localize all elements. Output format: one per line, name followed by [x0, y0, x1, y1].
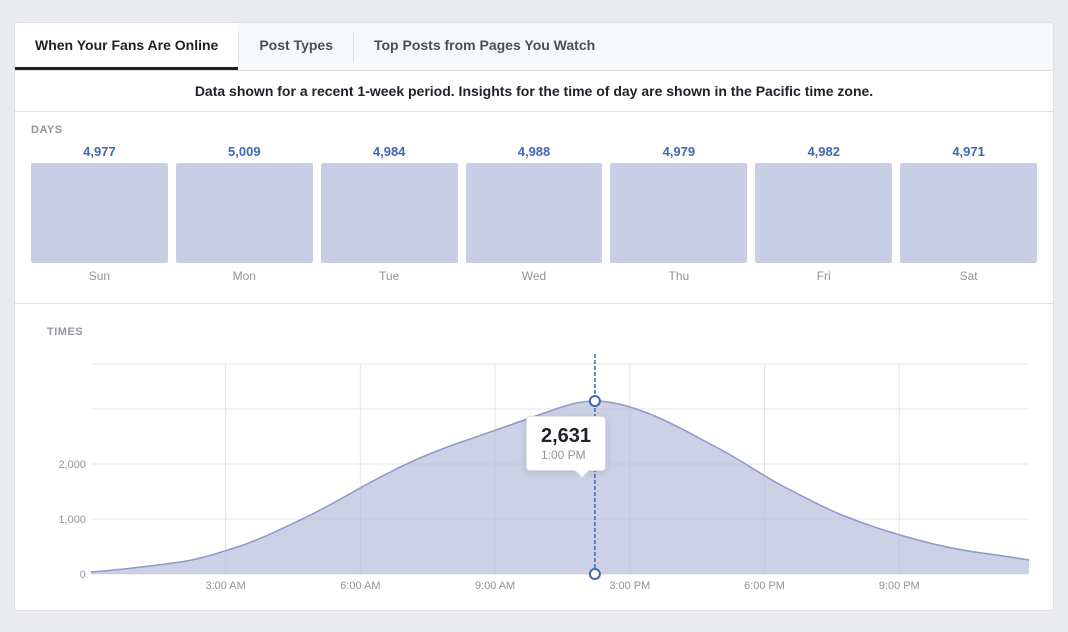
day-name-label: Tue — [379, 269, 399, 283]
day-box — [610, 163, 747, 263]
day-value: 4,982 — [807, 144, 840, 159]
day-col: 4,982 Fri — [755, 144, 892, 283]
day-box — [900, 163, 1037, 263]
day-name-label: Sun — [89, 269, 110, 283]
svg-text:1,000: 1,000 — [58, 513, 85, 525]
day-col: 5,009 Mon — [176, 144, 313, 283]
svg-text:9:00 PM: 9:00 PM — [879, 579, 920, 591]
day-name-label: Thu — [669, 269, 690, 283]
tab-fans-online[interactable]: When Your Fans Are Online — [15, 23, 238, 70]
day-box — [176, 163, 313, 263]
day-value: 4,979 — [663, 144, 696, 159]
day-box — [321, 163, 458, 263]
day-col: 4,984 Tue — [321, 144, 458, 283]
info-bar: Data shown for a recent 1-week period. I… — [15, 71, 1053, 112]
times-label: TIMES — [31, 314, 1037, 346]
days-label: DAYS — [15, 112, 1053, 144]
svg-text:3:00 AM: 3:00 AM — [206, 579, 246, 591]
insights-card: When Your Fans Are Online Post Types Top… — [14, 22, 1054, 611]
day-value: 4,971 — [952, 144, 985, 159]
days-section: DAYS 4,977Sun5,009Mon4,984Tue4,988Wed4,9… — [15, 112, 1053, 304]
times-section: TIMES 2,000 1,000 0 — [15, 304, 1053, 610]
svg-text:3:00 PM: 3:00 PM — [609, 579, 650, 591]
tab-top-posts[interactable]: Top Posts from Pages You Watch — [354, 23, 615, 70]
day-value: 4,984 — [373, 144, 406, 159]
day-value: 5,009 — [228, 144, 261, 159]
day-col: 4,977 Sun — [31, 144, 168, 283]
day-value: 4,988 — [518, 144, 551, 159]
day-col: 4,979 Thu — [610, 144, 747, 283]
day-box — [31, 163, 168, 263]
svg-text:2,000: 2,000 — [58, 458, 85, 470]
day-box — [755, 163, 892, 263]
svg-text:6:00 PM: 6:00 PM — [744, 579, 785, 591]
day-name-label: Fri — [817, 269, 831, 283]
svg-text:6:00 AM: 6:00 AM — [340, 579, 380, 591]
times-chart: 2,000 1,000 0 3:00 AM 6:00 AM 9:00 AM 3:… — [31, 354, 1037, 594]
tab-post-types[interactable]: Post Types — [239, 23, 353, 70]
day-col: 4,971 Sat — [900, 144, 1037, 283]
day-value: 4,977 — [83, 144, 116, 159]
svg-text:9:00 AM: 9:00 AM — [475, 579, 515, 591]
day-name-label: Sat — [960, 269, 978, 283]
day-box — [466, 163, 603, 263]
days-grid: 4,977 Sun 5,009 Mon 4,984 Tue 4,988 Wed 4,979 Thu… — [15, 144, 1053, 291]
day-name-label: Wed — [522, 269, 546, 283]
tabs-bar: When Your Fans Are Online Post Types Top… — [15, 23, 1053, 71]
day-name-label: Mon — [233, 269, 256, 283]
svg-text:0: 0 — [80, 568, 86, 580]
chart-area: 2,000 1,000 0 3:00 AM 6:00 AM 9:00 AM 3:… — [31, 354, 1037, 594]
day-col: 4,988 Wed — [466, 144, 603, 283]
